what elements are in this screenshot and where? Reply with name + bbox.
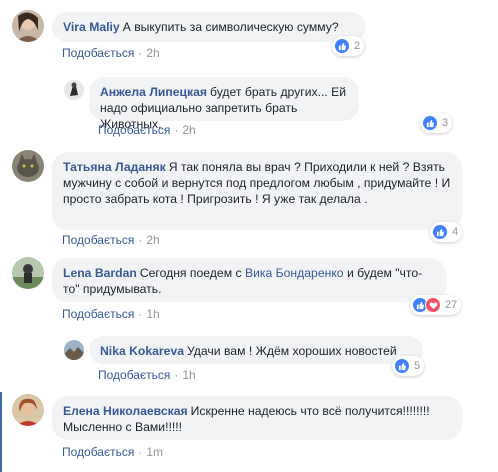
comment-text: Удачи вам ! Ждём хороших новостей [187,344,397,358]
comment-bubble: Vira Maliy А выкупить за символическую су… [52,12,366,42]
comment-author[interactable]: Vira Maliy [63,20,120,34]
like-icon [422,115,438,131]
reactions-summary[interactable]: 2 [332,36,365,56]
avatar[interactable] [64,80,84,100]
like-link[interactable]: Подобається [98,368,170,382]
comment-author[interactable]: Lena Bardan [63,266,137,280]
avatar[interactable] [12,257,44,289]
like-icon [394,358,410,374]
separator: · [138,233,143,247]
avatar[interactable] [12,10,44,42]
like-link[interactable]: Подобається [62,445,134,459]
separator: · [138,445,143,459]
comment-author[interactable]: Анжела Липецкая [100,85,207,99]
comment-bubble: Nika Kokareva Удачи вам ! Ждём хороших но… [89,336,423,364]
avatar[interactable] [12,394,44,426]
avatar[interactable] [12,150,44,182]
separator: · [138,307,143,321]
timestamp[interactable]: 2h [182,123,195,137]
reactions-summary[interactable]: 3 [420,113,453,133]
timestamp[interactable]: 2h [146,233,159,247]
like-link[interactable]: Подобається [62,233,134,247]
comment-bubble: Lena Bardan Сегодня поедем с Вика Бондаре… [52,258,446,302]
comment-author[interactable]: Елена Николаевская [63,404,188,418]
comment-text: Сегодня поедем с [139,266,242,280]
reactions-count: 27 [445,299,458,311]
comment-actions: Подобається · 2h [98,123,196,137]
reactions-summary[interactable]: 5 [392,356,425,376]
mention-link[interactable]: Вика Бондаренко [245,266,344,280]
reactions-count: 2 [354,40,361,52]
reactions-count: 4 [452,226,459,238]
like-icon [432,224,448,240]
reactions-summary[interactable]: 27 [410,295,462,315]
comments-section: Vira Maliy А выкупить за символическую су… [0,0,498,472]
comment-actions: Подобається · 1m [62,445,163,459]
avatar[interactable] [64,340,84,360]
reactions-count: 3 [442,117,449,129]
comment-actions: Подобається · 2h [62,46,160,60]
comment-bubble: Анжела Липецкая будет брать других... Ей … [89,77,359,131]
like-link[interactable]: Подобається [62,307,134,321]
comment-author[interactable]: Nika Kokareva [100,344,184,358]
timestamp[interactable]: 2h [146,46,159,60]
timestamp[interactable]: 1h [182,368,195,382]
new-comment-indicator [0,392,2,472]
timestamp[interactable]: 1m [146,445,163,459]
like-link[interactable]: Подобається [98,123,170,137]
heart-icon [425,297,441,313]
reactions-count: 5 [414,360,421,372]
timestamp[interactable]: 1h [146,307,159,321]
separator: · [174,368,179,382]
separator: · [174,123,179,137]
comment-actions: Подобається · 1h [62,307,160,321]
reactions-summary[interactable]: 4 [430,222,463,242]
comment-text: А выкупить за символическую сумму? [122,20,339,34]
comment-bubble: Елена Николаевская Искренне надеюсь что в… [52,396,462,440]
comment-actions: Подобається · 2h [62,233,160,247]
separator: · [138,46,143,60]
comment-bubble: Татьяна Ладаняк Я так поняла вы врач ? Пр… [52,152,462,230]
comment-actions: Подобається · 1h [98,368,196,382]
comment-author[interactable]: Татьяна Ладаняк [63,160,166,174]
like-icon [334,38,350,54]
like-link[interactable]: Подобається [62,46,134,60]
